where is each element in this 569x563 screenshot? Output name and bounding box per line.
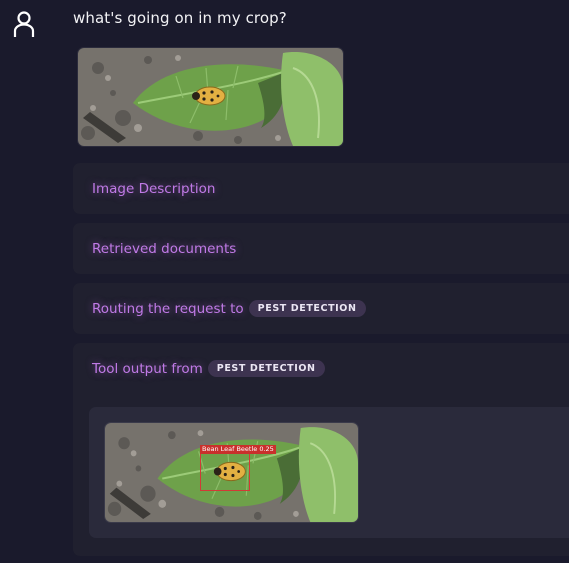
tool-output-panel: Bean Leaf Beetle 0.25 [89, 407, 569, 538]
user-avatar-icon [13, 11, 35, 37]
detection-result-image: Bean Leaf Beetle 0.25 [105, 423, 358, 522]
uploaded-crop-image [78, 48, 343, 146]
detection-label: Bean Leaf Beetle 0.25 [200, 445, 276, 454]
step-image-description[interactable]: Image Description [73, 163, 569, 214]
step-routing-request[interactable]: Routing the request to PEST DETECTION [73, 283, 569, 334]
step-label: Image Description [92, 181, 216, 197]
user-message: what's going on in my crop? [73, 9, 287, 27]
detection-bounding-box [200, 453, 250, 491]
step-label: Routing the request to [92, 300, 244, 317]
step-label: Retrieved documents [92, 241, 237, 257]
step-tool-output[interactable]: Tool output from PEST DETECTION Bean Lea… [73, 343, 569, 556]
tool-tag: PEST DETECTION [248, 300, 366, 317]
tool-tag: PEST DETECTION [207, 360, 325, 377]
step-label: Tool output from [92, 360, 203, 377]
step-retrieved-documents[interactable]: Retrieved documents [73, 223, 569, 274]
